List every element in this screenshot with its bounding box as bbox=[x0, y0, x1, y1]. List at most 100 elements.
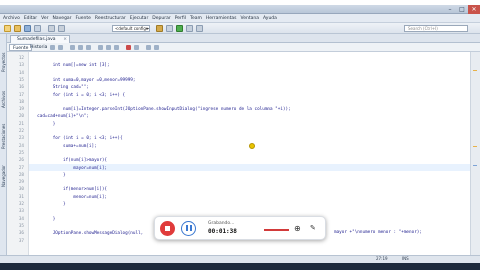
maximize-icon[interactable]: □ bbox=[456, 5, 468, 14]
build-icon[interactable] bbox=[156, 25, 163, 32]
tab-archivos[interactable]: Archivos bbox=[0, 84, 7, 114]
config-select[interactable]: <default config> ▾ bbox=[112, 25, 150, 32]
line-number: 19 bbox=[18, 107, 24, 113]
open-folder-icon[interactable] bbox=[14, 25, 21, 32]
taskbar bbox=[0, 263, 480, 270]
code-line[interactable]: String cad=""; bbox=[32, 84, 89, 91]
search-input[interactable]: Search (Ctrl+I) bbox=[404, 25, 468, 32]
shift-left-icon[interactable] bbox=[106, 45, 111, 50]
tab-navegador[interactable]: Navegador bbox=[0, 158, 7, 194]
menu-ventana[interactable]: Ventana bbox=[241, 16, 259, 21]
pause-recording-button[interactable] bbox=[181, 221, 196, 236]
code-line[interactable]: JOptionPane.showMessageDialog(null, bbox=[32, 230, 144, 237]
minimize-icon[interactable]: – bbox=[444, 5, 456, 14]
line-number: 12 bbox=[18, 56, 24, 61]
uncomment-icon[interactable] bbox=[154, 45, 159, 50]
line-number: 26 bbox=[18, 158, 24, 164]
tab-close-icon[interactable]: × bbox=[63, 36, 67, 43]
find-prev-icon[interactable] bbox=[78, 45, 83, 50]
menu-perfil[interactable]: Perfil bbox=[175, 16, 186, 21]
clean-build-icon[interactable] bbox=[166, 25, 173, 32]
pen-icon[interactable]: ✎ bbox=[310, 224, 316, 233]
mouse-cursor-highlight bbox=[249, 143, 255, 149]
tab-label: Sumadefilas.java bbox=[17, 37, 56, 42]
menu-ayuda[interactable]: Ayuda bbox=[263, 16, 277, 21]
line-number: 29 bbox=[18, 180, 24, 186]
menu-ver[interactable]: Ver bbox=[41, 16, 48, 21]
code-line[interactable]: cad=cad+num[i]+"\n"; bbox=[32, 113, 89, 120]
macro-stop-icon[interactable] bbox=[134, 45, 139, 50]
menu-navegar[interactable]: Navegar bbox=[53, 16, 72, 21]
line-number: 23 bbox=[18, 136, 24, 142]
forward-icon[interactable] bbox=[58, 45, 63, 50]
code-line[interactable]: if(num[i]>mayor){ bbox=[32, 157, 107, 164]
line-number: 27 bbox=[18, 165, 24, 171]
editor-tab-bar bbox=[7, 34, 480, 43]
line-number: 18 bbox=[18, 99, 24, 105]
code-line[interactable]: menor=num[i]; bbox=[32, 194, 107, 201]
menu-fuente[interactable]: Fuente bbox=[76, 16, 91, 21]
line-number: 13 bbox=[18, 63, 24, 69]
tab-history[interactable]: Historia bbox=[27, 44, 50, 51]
tab-proyectos[interactable]: Proyectos bbox=[0, 42, 7, 82]
close-icon[interactable]: ✕ bbox=[468, 5, 480, 14]
line-number: 35 bbox=[18, 223, 24, 229]
debug-icon[interactable] bbox=[186, 25, 193, 32]
menu-depurar[interactable]: Depurar bbox=[152, 16, 170, 21]
code-line-36-tail: mayor +"\nnumero menor : "+menor); bbox=[334, 230, 422, 235]
caret-position: 27:19 bbox=[376, 256, 388, 261]
profile-icon[interactable] bbox=[196, 25, 203, 32]
menu-editar[interactable]: Editar bbox=[24, 16, 37, 21]
back-icon[interactable] bbox=[50, 45, 55, 50]
find-icon[interactable] bbox=[70, 45, 75, 50]
stop-icon bbox=[165, 226, 170, 231]
caret-mark[interactable] bbox=[473, 165, 477, 166]
left-panel-strip: Proyectos Archivos Prestaciones Navegado… bbox=[0, 34, 7, 255]
zoom-icon[interactable]: ⊕ bbox=[294, 224, 301, 233]
shift-right-icon[interactable] bbox=[114, 45, 119, 50]
code-line[interactable]: } bbox=[32, 172, 66, 179]
line-number: 32 bbox=[18, 202, 24, 207]
save-icon[interactable] bbox=[24, 25, 31, 32]
warning-mark[interactable] bbox=[473, 70, 477, 71]
menu-reestructurar[interactable]: Reestructurar bbox=[95, 16, 126, 21]
menu-team[interactable]: Team bbox=[190, 16, 202, 21]
code-line[interactable]: suma+=num[i]; bbox=[32, 143, 97, 150]
macro-record-icon[interactable] bbox=[126, 45, 131, 50]
code-line[interactable]: for (int i = 0; i <3; i++) { bbox=[32, 92, 125, 99]
warning-mark[interactable] bbox=[473, 146, 477, 147]
code-line[interactable]: } bbox=[32, 121, 56, 128]
line-number: 24 bbox=[18, 143, 24, 149]
menu-herramientas[interactable]: Herramientas bbox=[206, 16, 237, 21]
code-line[interactable]: if(menor>num[i]){ bbox=[32, 186, 107, 193]
code-line[interactable]: for (int i = 0; i <3; i++){ bbox=[32, 135, 123, 142]
redo-icon[interactable] bbox=[58, 25, 65, 32]
tab-prestaciones[interactable]: Prestaciones bbox=[0, 116, 7, 156]
code-line[interactable]: num[i]=Integer.parseInt(JOptionPane.show… bbox=[32, 106, 291, 113]
line-number: 17 bbox=[18, 92, 24, 98]
code-line[interactable]: mayor=num[i]; bbox=[32, 165, 107, 172]
save-all-icon[interactable] bbox=[34, 25, 41, 32]
code-line[interactable]: int suma=0,mayor =0,menor=99999; bbox=[32, 77, 136, 84]
run-icon[interactable] bbox=[176, 25, 183, 32]
comment-icon[interactable] bbox=[146, 45, 151, 50]
pause-icon bbox=[186, 225, 188, 231]
code-line[interactable]: } bbox=[32, 216, 56, 223]
recording-status: Grabando... bbox=[208, 221, 235, 226]
undo-icon[interactable] bbox=[48, 25, 55, 32]
new-file-icon[interactable] bbox=[4, 25, 11, 32]
menu-archivo[interactable]: Archivo bbox=[3, 16, 20, 21]
chevron-down-icon: ▾ bbox=[145, 26, 148, 31]
code-line[interactable]: int num[]=new int [3]; bbox=[32, 62, 110, 69]
line-number: 31 bbox=[18, 194, 24, 200]
line-number: 15 bbox=[18, 77, 24, 83]
find-next-icon[interactable] bbox=[86, 45, 91, 50]
recording-time: 00:01:38 bbox=[208, 228, 237, 235]
tab-sumadefilas[interactable]: Sumadefilas.java × bbox=[10, 35, 70, 43]
menu-ejecutar[interactable]: Ejecutar bbox=[130, 16, 149, 21]
line-number: 33 bbox=[18, 209, 24, 215]
menu-bar: Archivo Editar Ver Navegar Fuente Reestr… bbox=[0, 14, 480, 23]
line-number: 30 bbox=[18, 187, 24, 193]
bookmark-icon[interactable] bbox=[98, 45, 103, 50]
code-line[interactable]: } bbox=[32, 201, 66, 208]
